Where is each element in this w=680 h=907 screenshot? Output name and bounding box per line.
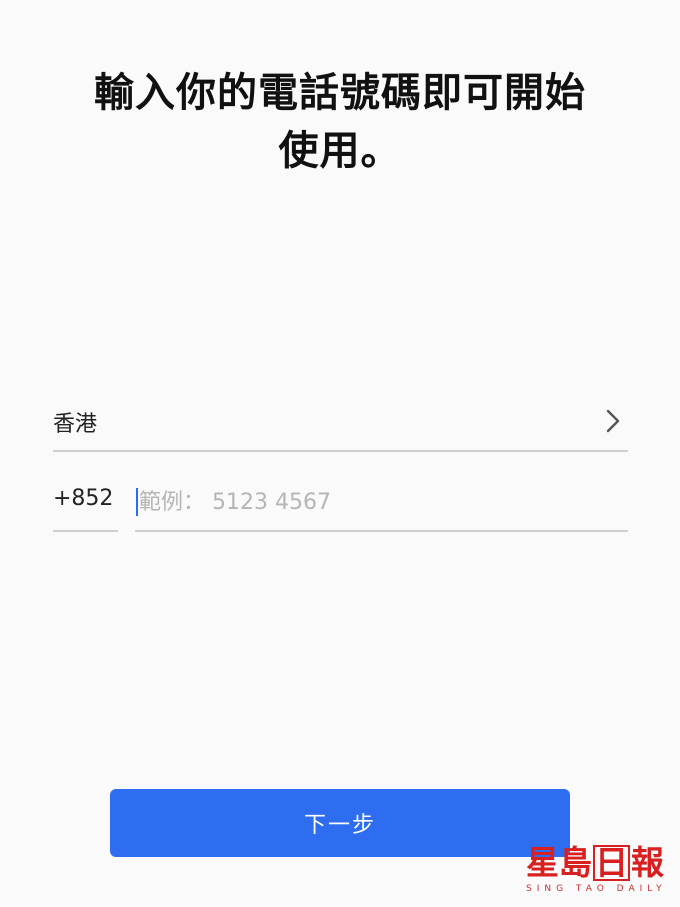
page-title-line-2: 使用。 (278, 128, 402, 174)
page-title: 輸入你的電話號碼即可開始 使用。 (0, 64, 680, 180)
next-button[interactable]: 下一步 (110, 789, 570, 857)
logo-char-1: 星 (526, 843, 559, 882)
sing-tao-daily-logo: 星 島 日 報 SING TAO DAILY (526, 844, 666, 896)
country-selector[interactable]: 香港 (53, 398, 628, 452)
phone-number-input[interactable] (135, 482, 619, 522)
chevron-right-icon (606, 409, 620, 433)
country-code: +852 (53, 486, 114, 511)
logo-char-4: 報 (631, 843, 664, 882)
logo-subtitle: SING TAO DAILY (526, 884, 667, 894)
logo-char-3: 日 (593, 843, 630, 882)
text-caret (136, 488, 138, 516)
logo-char-2: 島 (559, 843, 592, 882)
country-code-field[interactable]: +852 (53, 478, 118, 532)
page-title-line-1: 輸入你的電話號碼即可開始 (94, 70, 586, 116)
phone-number-field[interactable] (135, 478, 628, 532)
country-name: 香港 (53, 412, 98, 437)
